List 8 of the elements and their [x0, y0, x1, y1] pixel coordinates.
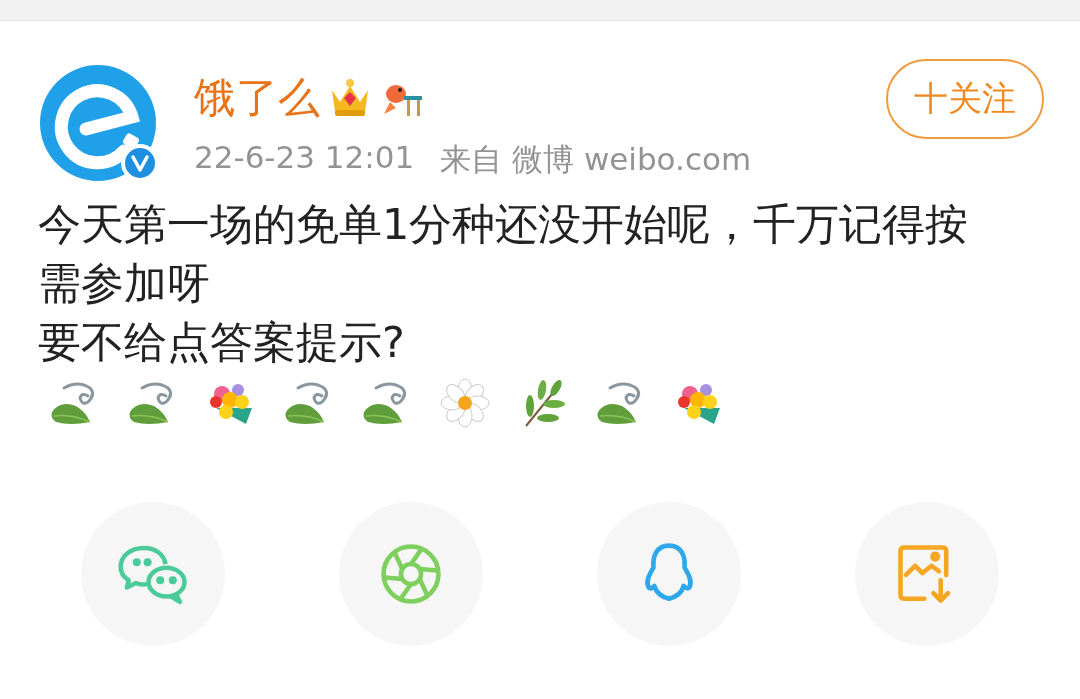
post-time: 22-6-23 12:01: [194, 139, 415, 177]
follow-button[interactable]: 十关注: [886, 59, 1044, 139]
post-text: 要不给点答案提示?: [38, 316, 406, 369]
post-text: 今天第一场的免单1分种还没开始呢，千万记得按需参加呀: [38, 198, 970, 310]
post-source: 来自 微博 weibo.com: [440, 140, 752, 179]
avatar-logo[interactable]: [40, 65, 156, 181]
daisy-icon: [440, 378, 490, 428]
author-name[interactable]: 饿了么: [194, 70, 320, 126]
